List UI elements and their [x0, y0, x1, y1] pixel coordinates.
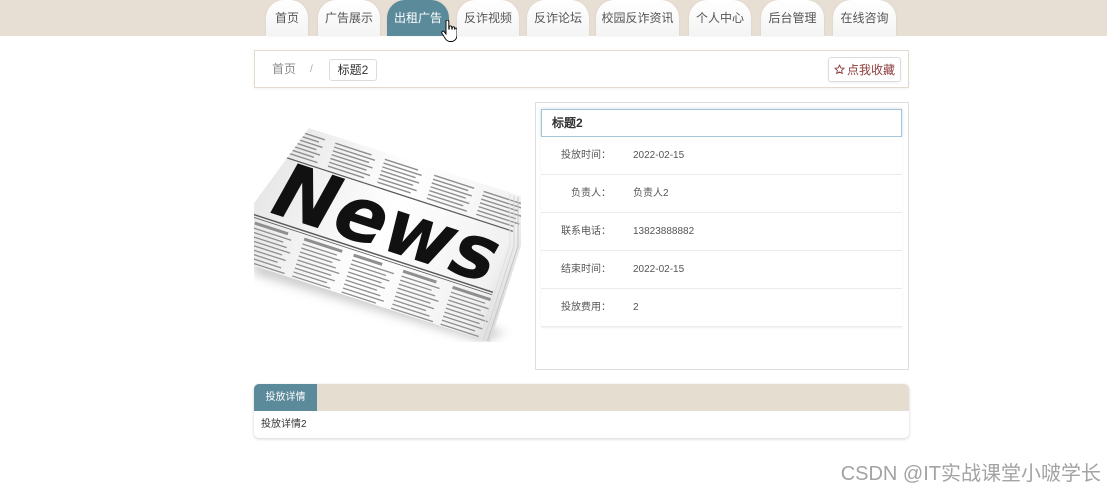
detail-row-value: 负责人2 — [633, 188, 669, 199]
breadcrumb-separator: / — [310, 64, 313, 75]
breadcrumb: 首页 / 标题2 点我收藏 — [254, 50, 909, 88]
hand-cursor-icon — [441, 20, 457, 42]
detail-row-value: 13823888882 — [633, 226, 695, 237]
detail-row-phone: 联系电话： 13823888882 — [541, 213, 902, 251]
detail-row-label: 投放费用： — [561, 302, 611, 313]
ad-detail-panel: 标题2 投放时间： 2022-02-15 负责人： 负责人2 联系电话： 138… — [535, 102, 909, 370]
detail-row-label: 投放时间： — [561, 150, 611, 161]
nav-tab-anti-fraud-videos[interactable]: 反诈视频 — [457, 0, 519, 36]
detail-row-cost: 投放费用： 2 — [541, 289, 902, 327]
detail-row-owner: 负责人： 负责人2 — [541, 175, 902, 213]
detail-row-value: 2022-02-15 — [633, 150, 685, 161]
nav-tab-personal-center[interactable]: 个人中心 — [689, 0, 751, 36]
detail-row-start-date: 投放时间： 2022-02-15 — [541, 137, 902, 175]
details-tab-content: 投放详情2 — [261, 419, 307, 430]
top-nav-bar: 首页 广告展示 出租广告 反诈视频 反诈论坛 校园反诈资讯 个人中心 后台管理 … — [0, 0, 1107, 36]
nav-tab-admin[interactable]: 后台管理 — [761, 0, 824, 36]
tab-placement-details[interactable]: 投放详情 — [254, 384, 317, 411]
nav-tab-anti-fraud-forum[interactable]: 反诈论坛 — [527, 0, 589, 36]
detail-row-label: 联系电话： — [561, 226, 611, 237]
nav-tab-online-consult[interactable]: 在线咨询 — [833, 0, 896, 36]
detail-row-end-date: 结束时间： 2022-02-15 — [541, 251, 902, 289]
nav-tab-campus-news[interactable]: 校园反诈资讯 — [596, 0, 679, 36]
detail-row-value: 2 — [633, 302, 639, 313]
breadcrumb-current: 标题2 — [329, 59, 377, 81]
detail-title: 标题2 — [541, 109, 902, 137]
details-tab-bar: 投放详情 — [254, 384, 909, 411]
breadcrumb-home-link[interactable]: 首页 — [272, 51, 296, 87]
news-photo: News — [254, 128, 521, 342]
detail-row-label: 负责人： — [571, 188, 611, 199]
star-outline-icon — [834, 64, 845, 75]
nav-tab-home[interactable]: 首页 — [266, 0, 308, 36]
detail-row-value: 2022-02-15 — [633, 264, 685, 275]
favorite-button[interactable]: 点我收藏 — [828, 57, 901, 82]
favorite-button-label: 点我收藏 — [846, 63, 895, 77]
nav-tab-rental-ads[interactable]: 出租广告 — [387, 0, 449, 36]
nav-tab-ad-showcase[interactable]: 广告展示 — [318, 0, 380, 36]
watermark-text: CSDN @IT实战课堂小啵学长 — [840, 463, 1101, 485]
details-tab-section: 投放详情 投放详情2 — [254, 384, 909, 438]
detail-row-label: 结束时间： — [561, 264, 611, 275]
detail-list: 投放时间： 2022-02-15 负责人： 负责人2 联系电话： 1382388… — [541, 137, 902, 327]
